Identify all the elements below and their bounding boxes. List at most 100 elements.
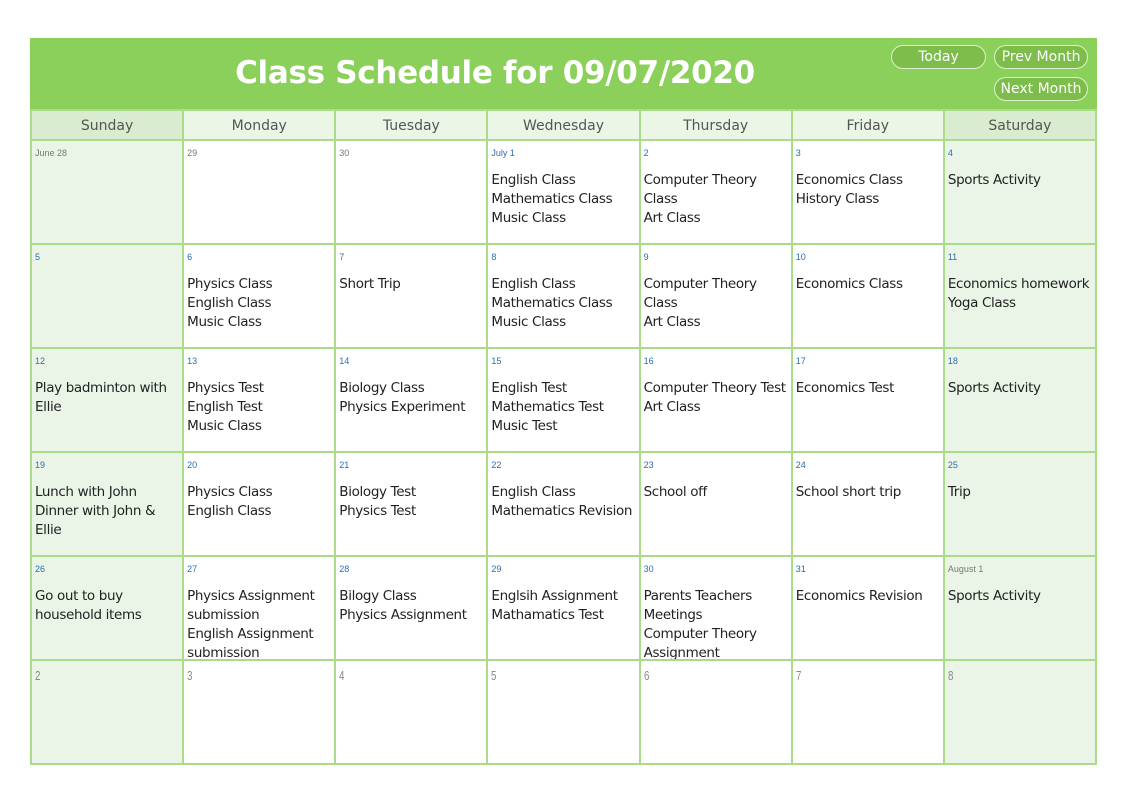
day-cell[interactable]: July 1 English Class Mathematics Class Musi… (488, 141, 641, 245)
day-cell[interactable]: 16 Computer Theory Test Art Class (640, 349, 793, 453)
event-item[interactable]: Economics Revision (796, 587, 940, 606)
day-cell[interactable]: 25 Trip (944, 453, 1097, 557)
event-item[interactable]: Economics Class (796, 171, 940, 190)
event-item[interactable]: Play badminton with Ellie (35, 379, 179, 417)
day-cell[interactable]: 3 Economics Class History Class (792, 141, 945, 245)
event-item[interactable]: Biology Class (339, 379, 483, 398)
event-item[interactable]: History Class (796, 190, 940, 209)
event-item[interactable]: Trip (948, 483, 1092, 502)
event-item[interactable]: English Test (491, 379, 635, 398)
event-item[interactable]: Bilogy Class (339, 587, 483, 606)
day-cell[interactable]: 5 (488, 661, 641, 765)
event-item[interactable]: Lunch with John (35, 483, 179, 502)
event-item[interactable]: Sports Activity (948, 379, 1092, 398)
event-item[interactable]: Dinner with John & Ellie (35, 502, 179, 540)
day-cell[interactable]: 2 (32, 661, 185, 765)
event-item[interactable]: Biology Test (339, 483, 483, 502)
day-cell[interactable]: 8 (944, 661, 1097, 765)
day-cell[interactable]: 30 (336, 141, 489, 245)
day-cell[interactable]: 7 Short Trip (336, 245, 489, 349)
day-cell[interactable]: 9 Computer Theory Class Art Class (640, 245, 793, 349)
event-item[interactable]: Physics Class (187, 483, 331, 502)
day-cell[interactable]: 29 Englsih Assignment Mathamatics Test (488, 557, 641, 661)
event-item[interactable]: Physics Experiment (339, 398, 483, 417)
day-cell[interactable]: 12 Play badminton with Ellie (32, 349, 185, 453)
event-item[interactable]: Computer Theory Assignment (644, 625, 788, 659)
event-item[interactable]: Sports Activity (948, 171, 1092, 190)
day-cell[interactable]: June 28 (32, 141, 185, 245)
event-item[interactable]: Physics Assignment submission (187, 587, 331, 625)
day-cell[interactable]: 26 Go out to buy household items (32, 557, 185, 661)
day-cell[interactable]: 19 Lunch with John Dinner with John & Elli… (32, 453, 185, 557)
event-item[interactable]: English Class (491, 483, 635, 502)
day-cell[interactable]: 29 (184, 141, 337, 245)
event-item[interactable]: English Class (491, 171, 635, 190)
day-cell[interactable]: 31 Economics Revision (792, 557, 945, 661)
day-cell[interactable]: 27 Physics Assignment submission English A… (184, 557, 337, 661)
event-item[interactable]: Mathematics Class (491, 190, 635, 209)
event-item[interactable]: Physics Class (187, 275, 331, 294)
day-cell[interactable]: 21 Biology Test Physics Test (336, 453, 489, 557)
day-cell[interactable]: 7 (792, 661, 945, 765)
event-item[interactable]: Mathamatics Test (491, 606, 635, 625)
event-item[interactable]: Sports Activity (948, 587, 1092, 606)
event-item[interactable]: Physics Assignment (339, 606, 483, 625)
event-item[interactable]: Mathematics Revision (491, 502, 635, 521)
event-item[interactable]: School off (644, 483, 788, 502)
event-item[interactable]: Go out to buy household items (35, 587, 179, 625)
event-item[interactable]: English Class (187, 502, 331, 521)
day-cell[interactable]: 22 English Class Mathematics Revision (488, 453, 641, 557)
event-item[interactable]: School short trip (796, 483, 940, 502)
day-cell[interactable]: 24 School short trip (792, 453, 945, 557)
event-item[interactable]: Economics Class (796, 275, 940, 294)
next-month-button[interactable]: Next Month (994, 77, 1088, 101)
event-item[interactable]: Englsih Assignment (491, 587, 635, 606)
event-item[interactable]: English Assignment submission (187, 625, 331, 659)
event-item[interactable]: Computer Theory Test (644, 379, 788, 398)
event-item[interactable]: Art Class (644, 209, 788, 228)
day-cell[interactable]: 30 Parents Teachers Meetings Computer Theo… (640, 557, 793, 661)
day-cell[interactable]: 13 Physics Test English Test Music Class (184, 349, 337, 453)
event-item[interactable]: Parents Teachers Meetings (644, 587, 788, 625)
day-cell[interactable]: 11 Economics homework Yoga Class (944, 245, 1097, 349)
event-item[interactable]: Computer Theory Class (644, 171, 788, 209)
event-item[interactable]: Mathematics Class (491, 294, 635, 313)
day-cell[interactable]: August 1 Sports Activity (944, 557, 1097, 661)
day-cell[interactable]: 6 (640, 661, 793, 765)
day-cell[interactable]: 17 Economics Test (792, 349, 945, 453)
event-item[interactable]: Mathematics Test (491, 398, 635, 417)
event-item[interactable]: Physics Test (339, 502, 483, 521)
today-button[interactable]: Today (891, 45, 986, 69)
event-item[interactable]: Music Class (187, 313, 331, 332)
event-item[interactable]: English Class (491, 275, 635, 294)
day-cell[interactable]: 20 Physics Class English Class (184, 453, 337, 557)
day-cell[interactable]: 4 (336, 661, 489, 765)
event-item[interactable]: Music Test (491, 417, 635, 436)
event-item[interactable]: Short Trip (339, 275, 483, 294)
event-item[interactable]: Art Class (644, 313, 788, 332)
prev-month-button[interactable]: Prev Month (994, 45, 1088, 69)
day-cell[interactable]: 5 (32, 245, 185, 349)
day-cell[interactable]: 14 Biology Class Physics Experiment (336, 349, 489, 453)
event-item[interactable]: Computer Theory Class (644, 275, 788, 313)
event-item[interactable]: Yoga Class (948, 294, 1092, 313)
day-cell[interactable]: 4 Sports Activity (944, 141, 1097, 245)
event-item[interactable]: Economics homework (948, 275, 1092, 294)
day-cell[interactable]: 2 Computer Theory Class Art Class (640, 141, 793, 245)
day-cell[interactable]: 18 Sports Activity (944, 349, 1097, 453)
day-cell[interactable]: 8 English Class Mathematics Class Music Cla… (488, 245, 641, 349)
event-item[interactable]: Music Class (491, 209, 635, 228)
day-cell[interactable]: 6 Physics Class English Class Music Class (184, 245, 337, 349)
event-item[interactable]: Economics Test (796, 379, 940, 398)
day-cell[interactable]: 10 Economics Class (792, 245, 945, 349)
event-item[interactable]: Music Class (491, 313, 635, 332)
event-item[interactable]: Physics Test (187, 379, 331, 398)
event-item[interactable]: English Class (187, 294, 331, 313)
event-item[interactable]: Art Class (644, 398, 788, 417)
event-item[interactable]: Music Class (187, 417, 331, 436)
event-item[interactable]: English Test (187, 398, 331, 417)
day-cell[interactable]: 23 School off (640, 453, 793, 557)
day-cell[interactable]: 15 English Test Mathematics Test Music Test (488, 349, 641, 453)
day-cell[interactable]: 28 Bilogy Class Physics Assignment (336, 557, 489, 661)
day-cell[interactable]: 3 (184, 661, 337, 765)
